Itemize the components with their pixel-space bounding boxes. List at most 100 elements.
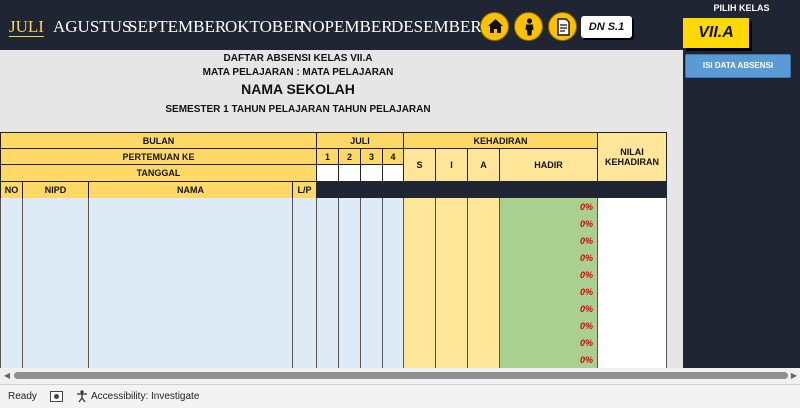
meeting-cell-1[interactable] <box>316 249 339 267</box>
izin-cell[interactable] <box>435 266 468 284</box>
lp-cell[interactable] <box>292 351 317 369</box>
no-cell[interactable] <box>0 283 23 301</box>
izin-cell[interactable] <box>435 300 468 318</box>
no-cell[interactable] <box>0 198 23 216</box>
meeting-cell-2[interactable] <box>338 232 361 250</box>
nilai-cell[interactable] <box>597 198 667 216</box>
sakit-cell[interactable] <box>403 266 436 284</box>
alpha-cell[interactable] <box>467 351 500 369</box>
meeting-cell-2[interactable] <box>338 351 361 369</box>
nilai-cell[interactable] <box>597 232 667 250</box>
meeting-cell-3[interactable] <box>360 317 383 335</box>
nipd-cell[interactable] <box>22 198 89 216</box>
macro-record-icon[interactable] <box>50 391 63 402</box>
nama-cell[interactable] <box>88 232 293 250</box>
izin-cell[interactable] <box>435 317 468 335</box>
nama-cell[interactable] <box>88 266 293 284</box>
no-cell[interactable] <box>0 232 23 250</box>
hadir-cell[interactable]: 0% <box>499 232 598 250</box>
meeting-cell-2[interactable] <box>338 300 361 318</box>
hadir-cell[interactable]: 0% <box>499 317 598 335</box>
izin-cell[interactable] <box>435 351 468 369</box>
lp-cell[interactable] <box>292 266 317 284</box>
nilai-cell[interactable] <box>597 283 667 301</box>
nilai-cell[interactable] <box>597 266 667 284</box>
hadir-cell[interactable]: 0% <box>499 283 598 301</box>
izin-cell[interactable] <box>435 198 468 216</box>
sakit-cell[interactable] <box>403 215 436 233</box>
meeting-cell-4[interactable] <box>382 249 404 267</box>
accessibility-icon[interactable] <box>76 390 88 403</box>
meeting-cell-3[interactable] <box>360 249 383 267</box>
nama-cell[interactable] <box>88 198 293 216</box>
meeting-cell-2[interactable] <box>338 334 361 352</box>
tab-juli[interactable]: JULI <box>9 17 44 37</box>
sakit-cell[interactable] <box>403 317 436 335</box>
scroll-right-icon[interactable]: ▶ <box>788 368 800 384</box>
date-cell-3[interactable] <box>360 164 383 182</box>
tab-agustus[interactable]: AGUSTUS <box>53 17 131 37</box>
meeting-cell-1[interactable] <box>316 300 339 318</box>
nilai-cell[interactable] <box>597 249 667 267</box>
tab-september[interactable]: SEPTEMBER <box>128 17 226 37</box>
nipd-cell[interactable] <box>22 266 89 284</box>
meeting-cell-3[interactable] <box>360 232 383 250</box>
meeting-cell-4[interactable] <box>382 300 404 318</box>
izin-cell[interactable] <box>435 232 468 250</box>
no-cell[interactable] <box>0 334 23 352</box>
lp-cell[interactable] <box>292 249 317 267</box>
nama-cell[interactable] <box>88 215 293 233</box>
meeting-cell-2[interactable] <box>338 283 361 301</box>
nilai-cell[interactable] <box>597 215 667 233</box>
scroll-thumb[interactable] <box>14 372 788 379</box>
meeting-cell-4[interactable] <box>382 351 404 369</box>
lp-cell[interactable] <box>292 198 317 216</box>
meeting-cell-4[interactable] <box>382 232 404 250</box>
nipd-cell[interactable] <box>22 300 89 318</box>
nipd-cell[interactable] <box>22 215 89 233</box>
alpha-cell[interactable] <box>467 215 500 233</box>
meeting-cell-1[interactable] <box>316 351 339 369</box>
meeting-cell-1[interactable] <box>316 283 339 301</box>
hadir-cell[interactable]: 0% <box>499 300 598 318</box>
meeting-cell-2[interactable] <box>338 266 361 284</box>
nama-cell[interactable] <box>88 283 293 301</box>
sakit-cell[interactable] <box>403 249 436 267</box>
nama-cell[interactable] <box>88 300 293 318</box>
sakit-cell[interactable] <box>403 334 436 352</box>
lp-cell[interactable] <box>292 334 317 352</box>
sakit-cell[interactable] <box>403 232 436 250</box>
nama-cell[interactable] <box>88 334 293 352</box>
meeting-cell-1[interactable] <box>316 317 339 335</box>
no-cell[interactable] <box>0 317 23 335</box>
meeting-cell-3[interactable] <box>360 351 383 369</box>
meeting-cell-3[interactable] <box>360 215 383 233</box>
hadir-cell[interactable]: 0% <box>499 351 598 369</box>
nama-cell[interactable] <box>88 317 293 335</box>
meeting-cell-1[interactable] <box>316 198 339 216</box>
home-button[interactable] <box>480 12 509 41</box>
meeting-cell-4[interactable] <box>382 215 404 233</box>
alpha-cell[interactable] <box>467 266 500 284</box>
nilai-cell[interactable] <box>597 351 667 369</box>
date-cell-2[interactable] <box>338 164 361 182</box>
tab-desember[interactable]: DESEMBER <box>391 17 482 37</box>
meeting-cell-4[interactable] <box>382 266 404 284</box>
person-button[interactable] <box>514 12 543 41</box>
date-cell-1[interactable] <box>316 164 339 182</box>
nipd-cell[interactable] <box>22 232 89 250</box>
lp-cell[interactable] <box>292 300 317 318</box>
izin-cell[interactable] <box>435 249 468 267</box>
no-cell[interactable] <box>0 266 23 284</box>
sakit-cell[interactable] <box>403 300 436 318</box>
sakit-cell[interactable] <box>403 351 436 369</box>
meeting-cell-3[interactable] <box>360 334 383 352</box>
meeting-cell-1[interactable] <box>316 266 339 284</box>
tab-nopember[interactable]: NOPEMBER <box>300 17 393 37</box>
nilai-cell[interactable] <box>597 317 667 335</box>
class-selector[interactable]: VII.A <box>683 18 749 48</box>
alpha-cell[interactable] <box>467 249 500 267</box>
nipd-cell[interactable] <box>22 317 89 335</box>
tab-oktober[interactable]: OKTOBER <box>225 17 305 37</box>
nipd-cell[interactable] <box>22 249 89 267</box>
